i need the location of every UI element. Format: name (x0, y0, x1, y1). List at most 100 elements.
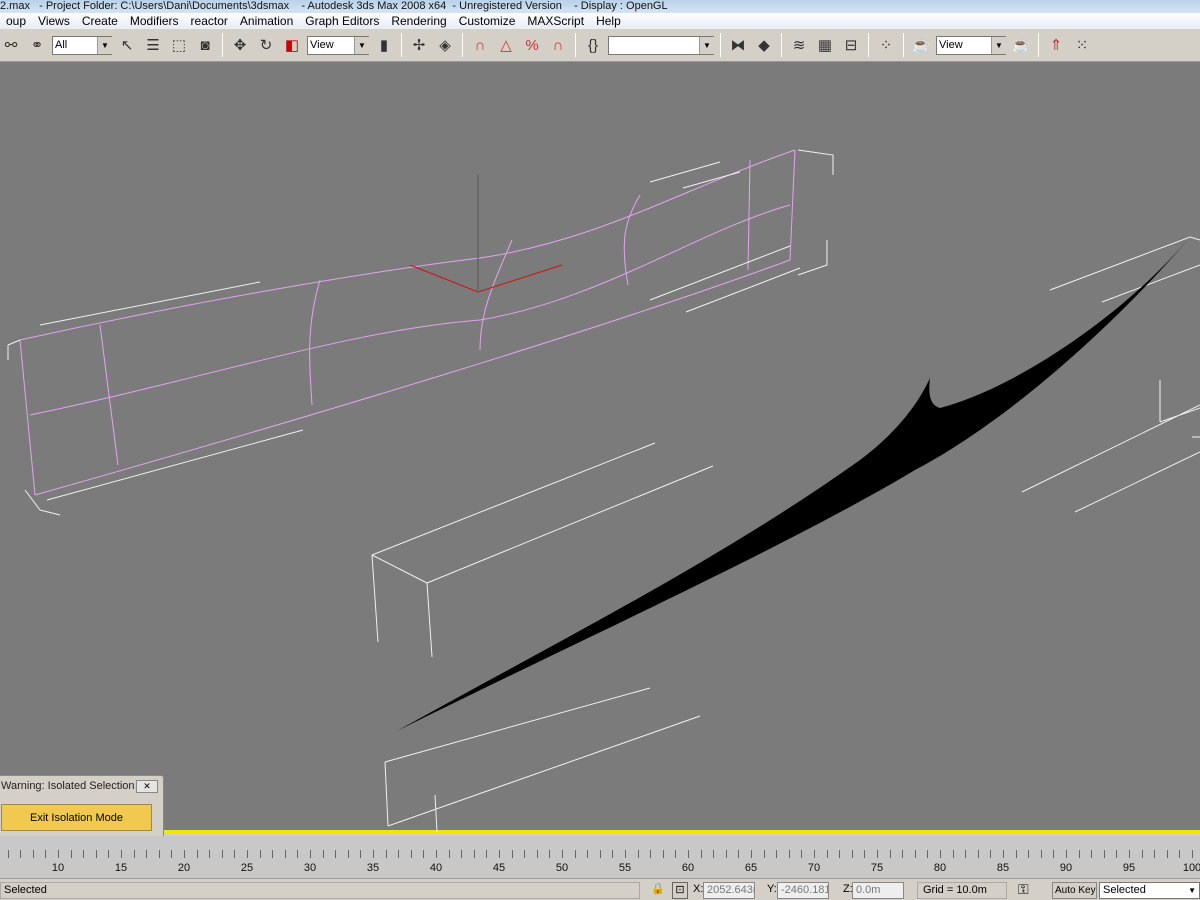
ruler-tick (133, 850, 135, 858)
ruler-tick (1154, 850, 1156, 858)
ruler-tick (322, 850, 324, 858)
ruler-tick (45, 850, 47, 858)
particle-view-icon[interactable]: ⁙ (1071, 34, 1093, 56)
close-icon[interactable]: ✕ (136, 780, 158, 793)
divider (401, 33, 402, 57)
ruler-tick (259, 850, 261, 858)
exit-isolation-mode-button[interactable]: Exit Isolation Mode (1, 804, 152, 831)
frame-label: 20 (177, 862, 191, 874)
ruler-tick (1078, 850, 1080, 858)
y-coordinate-field[interactable]: -2460.181m (777, 882, 829, 899)
snap-3d-icon[interactable]: ∩ (469, 34, 491, 56)
z-label: Z: (843, 883, 853, 895)
ruler-tick (612, 850, 614, 858)
key-filter-dropdown[interactable]: Selected ▼ (1099, 882, 1200, 899)
scale-icon[interactable]: ◧ (281, 34, 303, 56)
auto-key-button[interactable]: Auto Key (1052, 882, 1097, 899)
ruler-tick (1103, 850, 1105, 858)
grid-size-display: Grid = 10.0m (917, 882, 1007, 899)
ruler-tick (423, 850, 425, 858)
menu-group[interactable]: oup (0, 14, 32, 28)
select-by-name-icon[interactable]: ☰ (142, 34, 164, 56)
menu-create[interactable]: Create (76, 14, 124, 28)
menu-maxscript[interactable]: MAXScript (521, 14, 590, 28)
z-coordinate-field[interactable]: 0.0m (852, 882, 904, 899)
menu-rendering[interactable]: Rendering (385, 14, 452, 28)
select-manipulate-icon[interactable]: ✢ (408, 34, 430, 56)
frame-label: 65 (744, 862, 758, 874)
frame-label: 100 (1182, 862, 1200, 874)
extrude-tool-icon[interactable]: ⇑ (1045, 34, 1067, 56)
timeline[interactable]: 10 15 20 25 30 35 40 45 50 55 60 65 70 75 80 85 90 95 100 (0, 836, 1200, 878)
ruler-tick (486, 850, 488, 858)
menu-views[interactable]: Views (32, 14, 76, 28)
frame-label: 10 (51, 862, 65, 874)
unlink-icon[interactable]: ⚯ (0, 34, 22, 56)
title-bar: 2.max - Project Folder: C:\Users\Dani\Do… (0, 0, 1200, 13)
curve-editor-icon[interactable]: ▦ (814, 34, 836, 56)
reference-coordinate-dropdown[interactable]: View ▼ (307, 35, 369, 55)
move-icon[interactable]: ✥ (229, 34, 251, 56)
frame-label: 25 (240, 862, 254, 874)
selected-object-wireframe (19, 149, 796, 496)
perspective-viewport[interactable] (0, 62, 1200, 833)
key-filter-value: Selected (1103, 884, 1146, 896)
ruler-tick (1091, 850, 1093, 858)
render-view-dropdown[interactable]: View ▼ (936, 35, 1006, 55)
window-crossing-icon[interactable]: ◙ (194, 34, 216, 56)
ruler-tick (284, 850, 286, 858)
select-object-icon[interactable]: ↖ (116, 34, 138, 56)
menu-customize[interactable]: Customize (453, 14, 522, 28)
ruler-tick (524, 850, 526, 858)
edit-named-selection-icon[interactable]: {} (582, 34, 604, 56)
menu-reactor[interactable]: reactor (185, 14, 234, 28)
ruler-tick (662, 850, 664, 858)
rotate-icon[interactable]: ↻ (255, 34, 277, 56)
menu-graph-editors[interactable]: Graph Editors (299, 14, 385, 28)
ruler-tick (877, 850, 878, 858)
named-selection-sets-dropdown[interactable]: ▼ (608, 35, 714, 55)
material-editor-icon[interactable]: ⁘ (875, 34, 897, 56)
ruler-tick (675, 850, 677, 858)
spinner-snap-icon[interactable]: ∩ (547, 34, 569, 56)
ruler-tick (788, 850, 790, 858)
divider (575, 33, 576, 57)
ruler-tick (700, 850, 702, 858)
align-icon[interactable]: ◆ (753, 34, 775, 56)
ruler-tick (360, 850, 362, 858)
menu-help[interactable]: Help (590, 14, 627, 28)
rectangle-selection-icon[interactable]: ⬚ (168, 34, 190, 56)
menu-animation[interactable]: Animation (234, 14, 299, 28)
frame-label: 55 (618, 862, 632, 874)
pivot-center-icon[interactable]: ▮ (373, 34, 395, 56)
selection-filter-dropdown[interactable]: All ▼ (52, 35, 112, 55)
quick-render-icon[interactable]: ☕ (1010, 34, 1032, 56)
ruler-tick (1015, 850, 1017, 858)
percent-snap-icon[interactable]: % (521, 34, 543, 56)
keyboard-shortcut-icon[interactable]: ◈ (434, 34, 456, 56)
mirror-icon[interactable]: ⧓ (727, 34, 749, 56)
ruler-tick (587, 850, 589, 858)
ruler-tick (1116, 850, 1118, 858)
ruler-tick (864, 850, 866, 858)
angle-snap-icon[interactable]: △ (495, 34, 517, 56)
ruler-tick (1066, 850, 1067, 858)
render-setup-icon[interactable]: ☕ (910, 34, 932, 56)
x-coordinate-field[interactable]: 2052.643m (703, 882, 755, 899)
menu-modifiers[interactable]: Modifiers (124, 14, 185, 28)
ruler-tick (385, 850, 387, 858)
pivot-gizmo (409, 175, 563, 293)
ruler-tick (146, 850, 148, 858)
ruler-tick (1040, 850, 1042, 858)
frame-label: 70 (807, 862, 821, 874)
schematic-view-icon[interactable]: ⊟ (840, 34, 862, 56)
bind-space-warp-icon[interactable]: ⚭ (26, 34, 48, 56)
scene-wireframe (7, 149, 1200, 833)
ruler-tick (448, 850, 450, 858)
absolute-mode-icon[interactable]: ⊡ (672, 882, 688, 899)
set-key-icon[interactable]: ⚿ (1015, 882, 1029, 899)
track-bar-ruler[interactable]: 10 15 20 25 30 35 40 45 50 55 60 65 70 75 80 85 90 95 100 (0, 850, 1200, 878)
layer-manager-icon[interactable]: ≋ (788, 34, 810, 56)
lock-icon[interactable]: 🔒 (648, 882, 665, 899)
frame-label: 50 (555, 862, 569, 874)
